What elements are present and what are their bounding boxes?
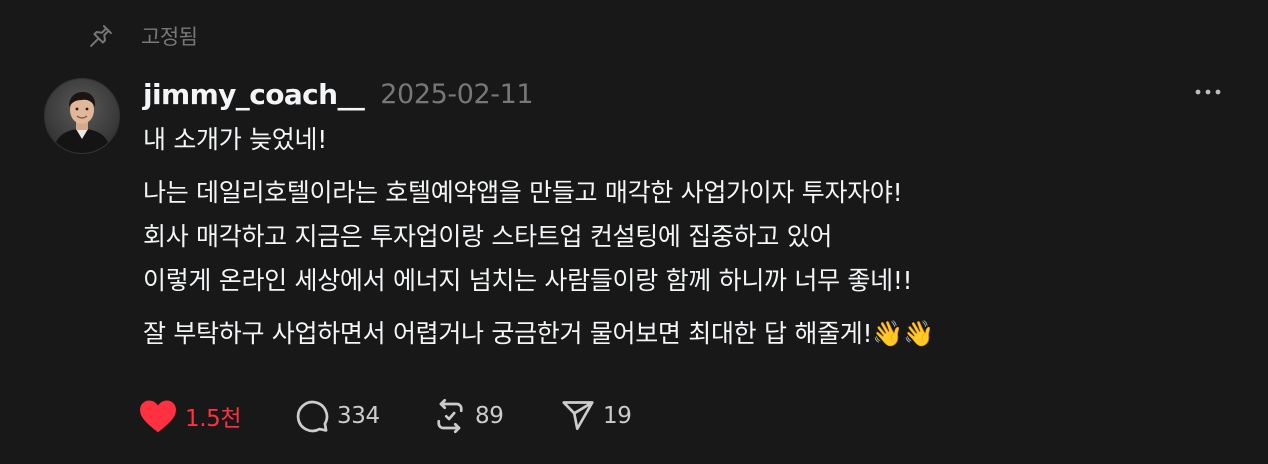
pin-icon xyxy=(86,21,116,51)
post-paragraph: 내 소개가 늦었네! xyxy=(143,118,1223,162)
more-options-button[interactable] xyxy=(1190,78,1226,106)
repost-button[interactable]: 89 xyxy=(432,398,560,434)
post-text-line: 나는 데일리호텔이라는 호텔예약앱을 만들고 매각한 사업가이자 투자자야! xyxy=(143,178,903,207)
send-icon xyxy=(562,401,594,431)
post-body: 내 소개가 늦었네! 나는 데일리호텔이라는 호텔예약앱을 만들고 매각한 사업… xyxy=(143,118,1223,356)
share-count: 19 xyxy=(603,403,632,429)
post-paragraph: 잘 부탁하구 사업하면서 어렵거나 궁금한거 물어보면 최대한 답 해줄게!👋👋 xyxy=(143,312,1223,356)
reply-count: 334 xyxy=(337,403,380,429)
like-count: 1.5천 xyxy=(185,406,242,432)
repost-icon xyxy=(437,398,463,434)
post-paragraph: 나는 데일리호텔이라는 호텔예약앱을 만들고 매각한 사업가이자 투자자야! 회… xyxy=(143,171,1223,303)
like-button[interactable]: 1.5천 xyxy=(138,398,294,434)
avatar[interactable] xyxy=(44,78,120,154)
post-text-line: 이렇게 온라인 세상에서 에너지 넘치는 사람들이랑 함께 하니까 너무 좋네!… xyxy=(143,266,913,295)
post-text-line: 잘 부탁하구 사업하면서 어렵거나 궁금한거 물어보면 최대한 답 해줄게!👋👋 xyxy=(143,319,934,348)
post-actions: 1.5천 334 89 19 xyxy=(138,394,632,438)
pinned-indicator: 고정됨 xyxy=(86,18,198,54)
post-date[interactable]: 2025-02-11 xyxy=(380,79,533,110)
comment-icon xyxy=(296,400,329,433)
more-horizontal-icon xyxy=(1195,89,1221,95)
share-button[interactable]: 19 xyxy=(560,398,632,434)
heart-icon xyxy=(140,400,176,433)
username-link[interactable]: jimmy_coach__ xyxy=(143,78,365,111)
repost-count: 89 xyxy=(475,403,504,429)
pinned-label: 고정됨 xyxy=(141,25,198,49)
post-text-line: 내 소개가 늦었네! xyxy=(143,125,327,154)
post-header: jimmy_coach__ 2025-02-11 xyxy=(143,72,534,116)
post-text-line: 회사 매각하고 지금은 투자업이랑 스타트업 컨설팅에 집중하고 있어 xyxy=(143,222,833,251)
reply-button[interactable]: 334 xyxy=(294,398,432,434)
